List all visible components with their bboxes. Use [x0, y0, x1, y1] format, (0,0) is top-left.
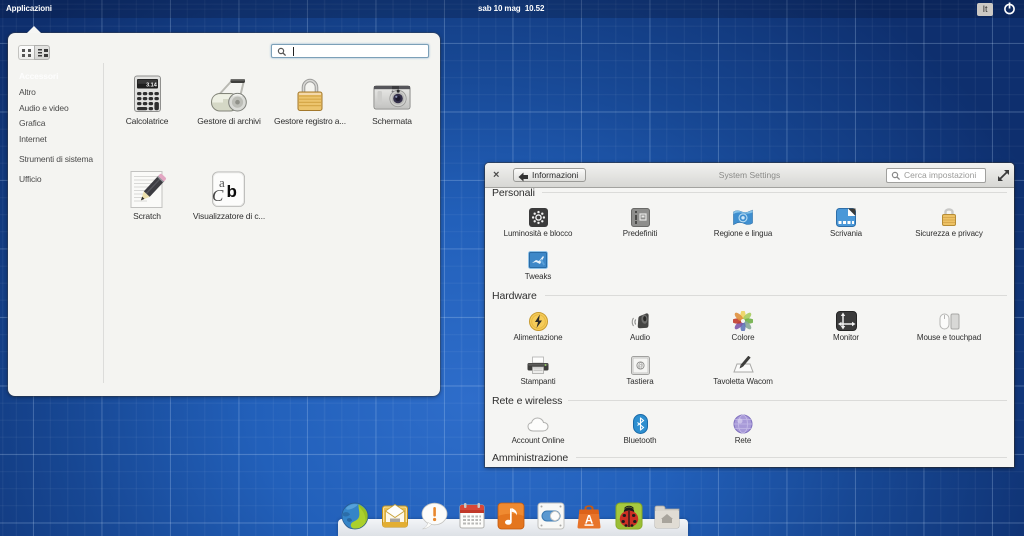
svg-text:C: C — [212, 186, 224, 205]
svg-text:b: b — [227, 182, 237, 201]
svg-text:3.14: 3.14 — [146, 83, 158, 89]
